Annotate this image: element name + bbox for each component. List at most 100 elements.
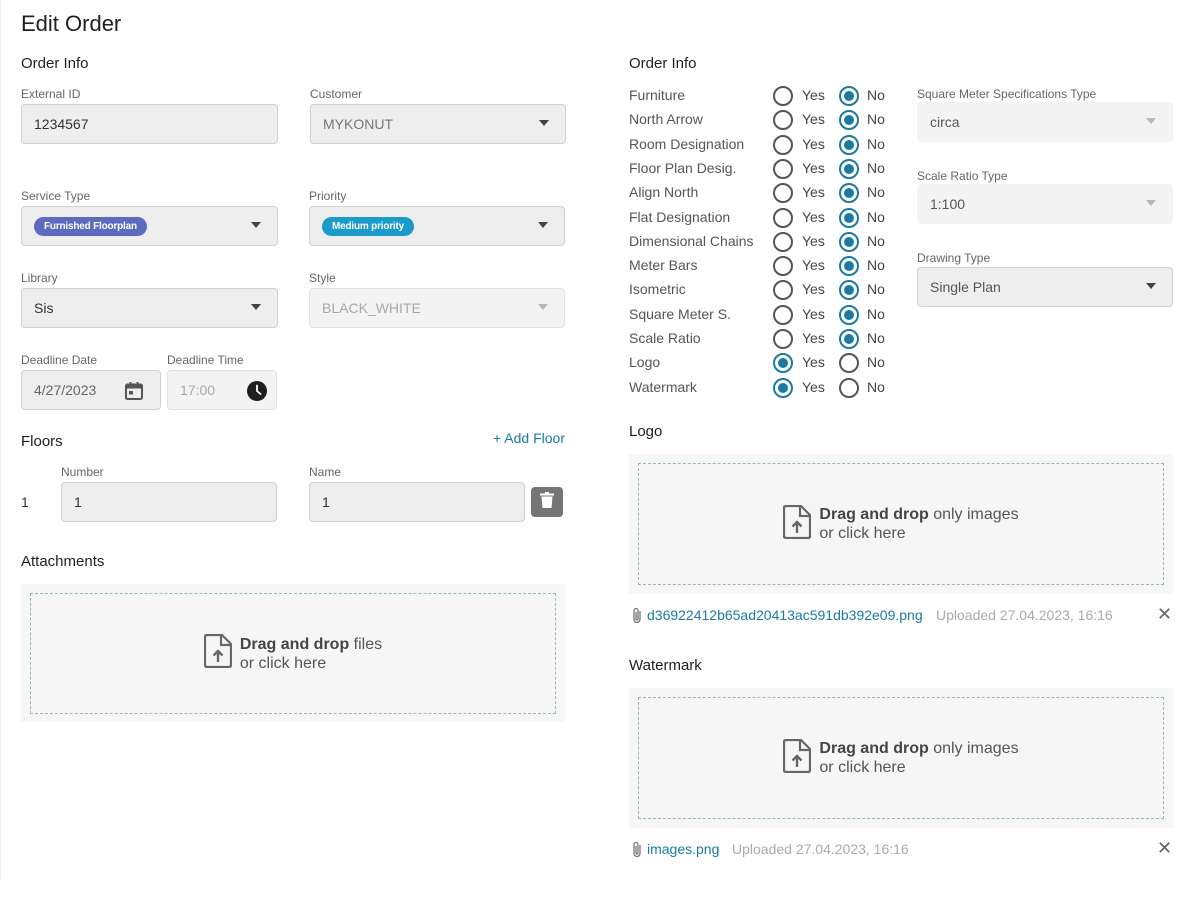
attachments-drop-line2: or click here — [239, 654, 327, 672]
radio-yes-label: Yes — [802, 184, 825, 200]
add-floor-button[interactable]: + Add Floor — [493, 430, 565, 446]
style-value: BLACK_WHITE — [322, 300, 421, 316]
radio-furniture-no[interactable] — [839, 86, 859, 106]
radio-align-north-yes[interactable] — [773, 183, 793, 203]
chevron-down-icon — [538, 304, 548, 310]
watermark-drop-rest: only images — [928, 740, 1019, 757]
floor-row-index: 1 — [21, 494, 29, 510]
radio-north-arrow-yes[interactable] — [773, 110, 793, 130]
chevron-down-icon — [251, 304, 261, 310]
logo-file-link[interactable]: d36922412b65ad20413ac591db392e09.png — [647, 607, 923, 623]
priority-select[interactable]: Medium priority — [309, 206, 565, 246]
chevron-down-icon — [1146, 283, 1156, 289]
radio-no-label: No — [867, 281, 885, 297]
logo-drop-rest: only images — [928, 506, 1019, 523]
radio-yes-label: Yes — [802, 354, 825, 370]
sqm-type-value: circa — [930, 114, 960, 130]
radio-no-label: No — [867, 111, 885, 127]
deadline-time-input[interactable]: 17:00 — [167, 370, 277, 410]
sqm-type-select[interactable]: circa — [917, 102, 1173, 142]
logo-dropzone-panel: Drag and drop only images or click here — [629, 454, 1173, 594]
sqm-type-label: Square Meter Specifications Type — [917, 87, 1097, 101]
attachments-dropzone-panel: Drag and drop files or click here — [21, 584, 565, 722]
watermark-title: Watermark — [629, 657, 702, 674]
clock-icon[interactable] — [247, 381, 267, 401]
floor-name-value: 1 — [322, 494, 330, 510]
radio-flat-designation-yes[interactable] — [773, 208, 793, 228]
radio-yes-label: Yes — [802, 87, 825, 103]
service-type-select[interactable]: Furnished Floorplan — [21, 206, 278, 246]
drawing-type-select[interactable]: Single Plan — [917, 267, 1173, 307]
radio-logo-no[interactable] — [839, 353, 859, 373]
style-label: Style — [309, 271, 336, 285]
deadline-time-value: 17:00 — [180, 382, 216, 398]
deadline-date-input[interactable]: 4/27/2023 — [21, 370, 161, 410]
library-select[interactable]: Sis — [21, 288, 278, 328]
file-upload-icon — [783, 504, 812, 544]
external-id-value: 1234567 — [34, 116, 89, 132]
radio-room-designation-no[interactable] — [839, 135, 859, 155]
customer-value: MYKONUT — [323, 116, 393, 132]
radio-no-label: No — [867, 87, 885, 103]
file-upload-icon — [203, 633, 232, 673]
floor-name-input[interactable]: 1 — [309, 482, 525, 522]
scale-type-select[interactable]: 1:100 — [917, 184, 1173, 224]
radio-yes-label: Yes — [802, 160, 825, 176]
radio-yes-label: Yes — [802, 257, 825, 273]
option-label-logo: Logo — [629, 354, 661, 370]
close-icon[interactable]: ✕ — [1157, 838, 1172, 859]
radio-square-meter-s-no[interactable] — [839, 305, 859, 325]
attachments-drop-rest: files — [349, 635, 383, 653]
watermark-file-link[interactable]: images.png — [647, 841, 719, 857]
floor-name-label: Name — [309, 465, 342, 479]
option-label-isometric: Isometric — [629, 281, 686, 297]
radio-meter-bars-yes[interactable] — [773, 256, 793, 276]
logo-dropzone[interactable]: Drag and drop only images or click here — [638, 463, 1164, 585]
option-label-meter-bars: Meter Bars — [629, 257, 698, 273]
style-select[interactable]: BLACK_WHITE — [309, 288, 565, 328]
external-id-input[interactable]: 1234567 — [21, 104, 278, 144]
radio-north-arrow-no[interactable] — [839, 110, 859, 130]
radio-isometric-yes[interactable] — [773, 280, 793, 300]
chevron-down-icon — [1146, 118, 1156, 124]
radio-watermark-no[interactable] — [839, 378, 859, 398]
radio-isometric-no[interactable] — [839, 280, 859, 300]
attachments-dropzone[interactable]: Drag and drop files or click here — [30, 593, 556, 714]
scale-type-label: Scale Ratio Type — [917, 169, 1008, 183]
radio-meter-bars-no[interactable] — [839, 256, 859, 276]
close-icon[interactable]: ✕ — [1157, 604, 1172, 625]
watermark-dropzone[interactable]: Drag and drop only images or click here — [638, 697, 1164, 819]
floor-number-input[interactable]: 1 — [61, 482, 277, 522]
customer-label: Customer — [310, 87, 363, 101]
radio-flat-designation-no[interactable] — [839, 208, 859, 228]
floor-number-value: 1 — [74, 494, 82, 510]
priority-chip: Medium priority — [322, 216, 415, 236]
radio-scale-ratio-no[interactable] — [839, 329, 859, 349]
radio-no-label: No — [867, 354, 885, 370]
customer-select[interactable]: MYKONUT — [310, 104, 566, 144]
radio-floor-plan-desig-no[interactable] — [839, 159, 859, 179]
radio-room-designation-yes[interactable] — [773, 135, 793, 155]
paperclip-icon — [631, 607, 643, 629]
external-id-label: External ID — [21, 87, 81, 101]
radio-furniture-yes[interactable] — [773, 86, 793, 106]
chevron-down-icon — [1146, 200, 1156, 206]
order-info-options-title: Order Info — [629, 55, 697, 72]
floor-number-label: Number — [61, 465, 104, 479]
calendar-icon[interactable] — [124, 381, 144, 401]
delete-floor-button[interactable] — [531, 487, 563, 517]
radio-scale-ratio-yes[interactable] — [773, 329, 793, 349]
radio-square-meter-s-yes[interactable] — [773, 305, 793, 325]
radio-logo-yes[interactable] — [773, 353, 793, 373]
radio-watermark-yes[interactable] — [773, 378, 793, 398]
radio-yes-label: Yes — [802, 233, 825, 249]
watermark-drop-line2: or click here — [819, 759, 906, 776]
option-label-align-north: Align North — [629, 184, 699, 200]
radio-no-label: No — [867, 233, 885, 249]
radio-dimensional-chains-yes[interactable] — [773, 232, 793, 252]
radio-align-north-no[interactable] — [839, 183, 859, 203]
radio-floor-plan-desig-yes[interactable] — [773, 159, 793, 179]
radio-dimensional-chains-no[interactable] — [839, 232, 859, 252]
option-label-square-meter-s: Square Meter S. — [629, 306, 731, 322]
service-type-label: Service Type — [21, 189, 91, 203]
